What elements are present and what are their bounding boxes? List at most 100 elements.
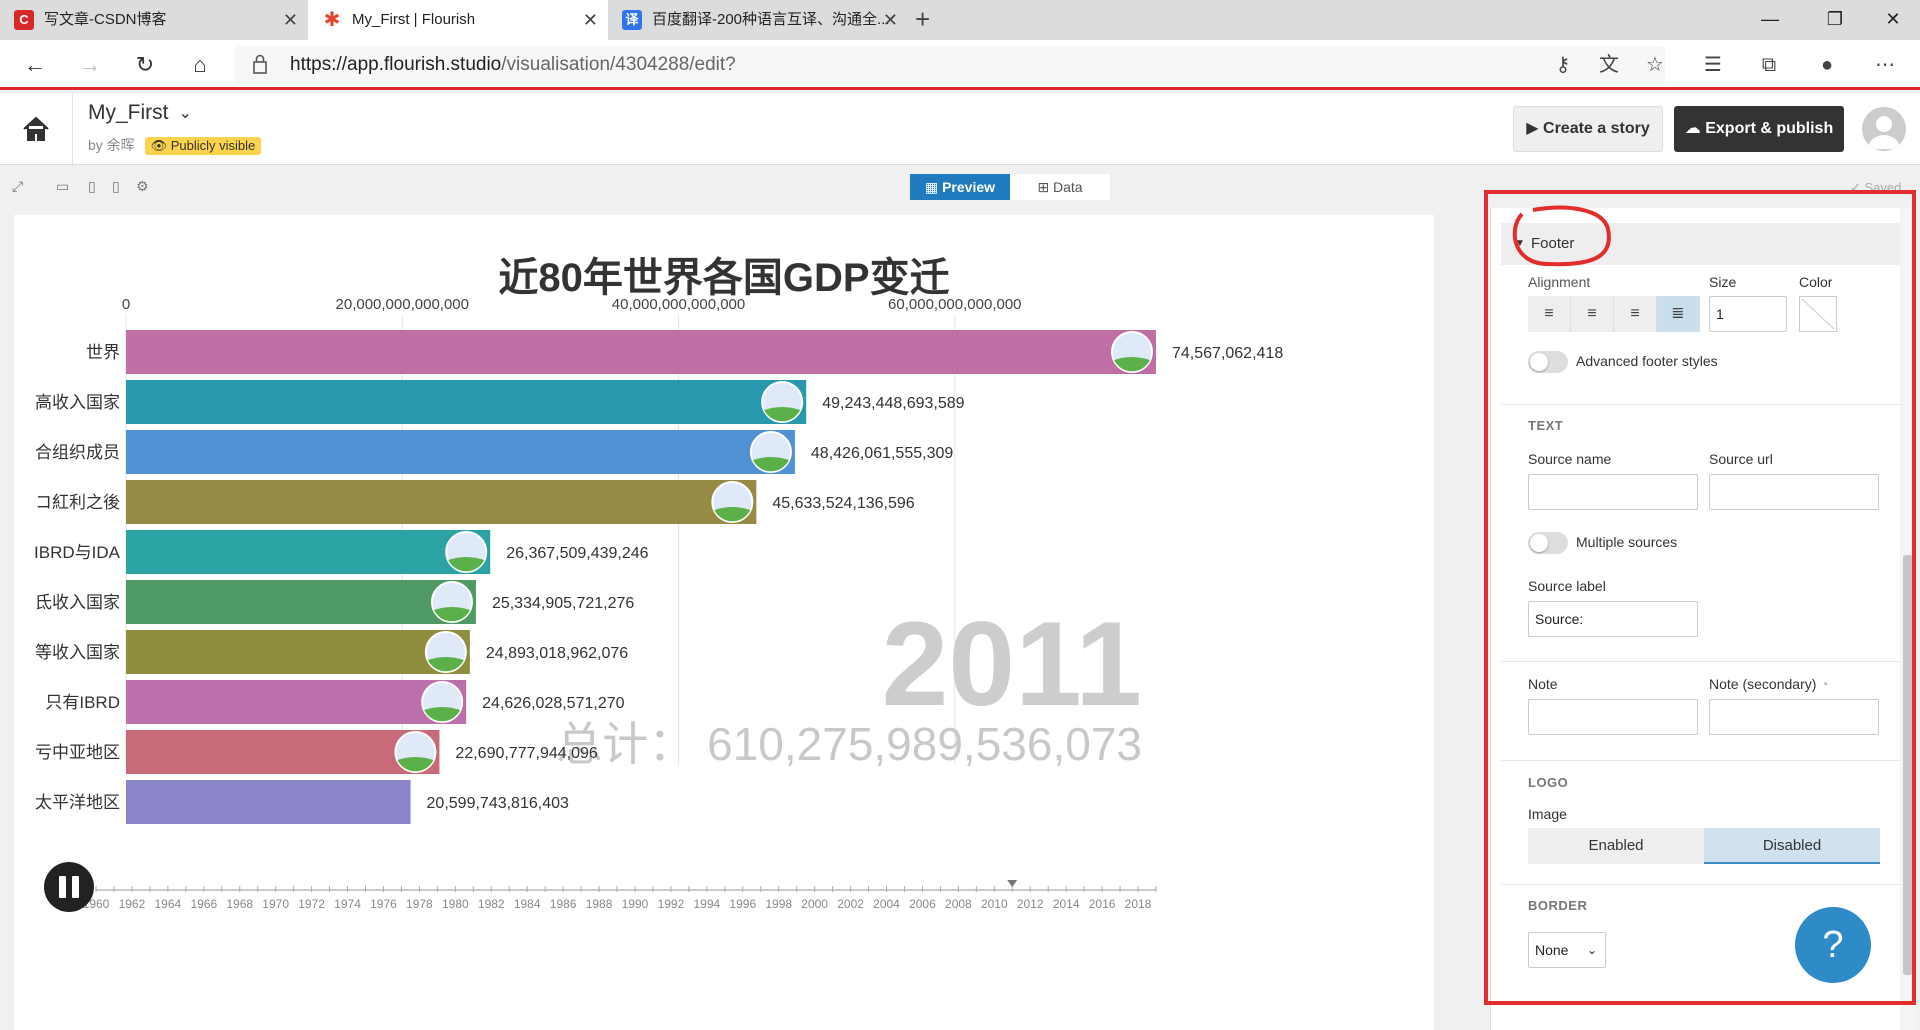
border-section-label: BORDER — [1528, 898, 1588, 913]
close-tab-icon[interactable]: ✕ — [583, 0, 598, 40]
value-label: 48,426,061,555,309 — [811, 445, 953, 462]
border-select[interactable]: None ⌄ — [1528, 932, 1606, 968]
pause-button[interactable] — [44, 862, 94, 912]
collections-icon[interactable]: ⧉ — [1752, 48, 1786, 82]
visibility-badge[interactable]: 👁 Publicly visible — [144, 137, 262, 155]
align-center-icon[interactable]: ≡ — [1571, 296, 1614, 332]
timeline-year-label: 1964 — [155, 897, 182, 911]
value-label: 26,367,509,439,246 — [506, 545, 648, 562]
align-justify-icon[interactable]: ≣ — [1657, 296, 1700, 332]
value-label: 24,893,018,962,076 — [486, 645, 628, 662]
profile-icon[interactable]: ● — [1810, 48, 1844, 82]
note-secondary-input[interactable] — [1709, 699, 1879, 735]
tab-data[interactable]: ⊞ Data — [1010, 174, 1110, 200]
bar — [126, 380, 807, 424]
total-label: 总计： 610,275,989,536,073 — [556, 718, 1142, 770]
timeline-year-label: 1992 — [658, 897, 685, 911]
align-left-icon[interactable]: ≡ — [1528, 296, 1571, 332]
color-swatch[interactable] — [1799, 296, 1837, 332]
logo-section-label: LOGO — [1528, 775, 1569, 790]
source-url-input[interactable] — [1709, 474, 1879, 510]
fullscreen-icon[interactable]: ⤢ — [12, 178, 23, 195]
more-menu-icon[interactable]: ⋯ — [1868, 48, 1902, 82]
source-name-input[interactable] — [1528, 474, 1698, 510]
tablet-view-icon[interactable]: ▯ — [88, 178, 96, 195]
timeline-year-label: 1968 — [226, 897, 253, 911]
minimize-icon[interactable]: — — [1745, 0, 1795, 40]
timeline-year-label: 1984 — [514, 897, 541, 911]
forward-icon[interactable]: → — [72, 48, 108, 82]
chevron-down-icon[interactable]: ⌄ — [179, 103, 192, 123]
image-disabled-button[interactable]: Disabled — [1704, 828, 1880, 864]
settings-panel: ▼ Footer Alignment Size Color ≡ ≡ ≡ ≣ 1 A… — [1490, 208, 1910, 1030]
close-window-icon[interactable]: ✕ — [1868, 0, 1918, 40]
favorite-star-icon[interactable]: ☆ — [1638, 48, 1672, 82]
desktop-view-icon[interactable]: ▭ — [56, 178, 69, 195]
advanced-footer-label: Advanced footer styles — [1576, 353, 1718, 369]
help-circle-icon[interactable]: ◔ — [1820, 676, 1828, 692]
translate-icon[interactable]: 文 — [1592, 48, 1626, 82]
category-label: 太平洋地区 — [35, 793, 120, 812]
home-browser-icon[interactable]: ⌂ — [182, 48, 218, 82]
byline: by 余晖 👁 Publicly visible — [88, 135, 262, 155]
timeline-year-label: 2004 — [873, 897, 900, 911]
bar — [126, 430, 795, 474]
multiple-sources-label: Multiple sources — [1576, 534, 1678, 550]
section-divider — [1501, 884, 1901, 885]
category-label: 合组织成员 — [35, 443, 120, 462]
restore-icon[interactable]: ❐ — [1810, 0, 1860, 40]
new-tab-icon[interactable]: + — [915, 0, 930, 38]
create-story-button[interactable]: ▶ Create a story — [1513, 106, 1663, 152]
mobile-view-icon[interactable]: ▯ — [112, 178, 120, 195]
browser-tab-csdn[interactable]: C 写文章-CSDN博客 ✕ — [0, 0, 308, 40]
note-secondary-text: Note (secondary) — [1709, 676, 1817, 692]
panel-scrollbar-thumb[interactable] — [1903, 555, 1913, 975]
size-label: Size — [1709, 274, 1737, 290]
view-switch: ▦ Preview ⊞ Data — [910, 174, 1110, 200]
timeline-year-label: 2000 — [801, 897, 828, 911]
browser-tab-baidu[interactable]: 译 百度翻译-200种语言互译、沟通全... ✕ — [608, 0, 908, 40]
export-publish-button[interactable]: ☁ Export & publish — [1674, 106, 1844, 152]
settings-gear-icon[interactable]: ⚙ — [136, 178, 149, 195]
timeline-year-label: 1996 — [729, 897, 756, 911]
csdn-favicon-icon: C — [14, 10, 34, 30]
favorites-list-icon[interactable]: ☰ — [1696, 48, 1730, 82]
source-label-input[interactable]: Source: — [1528, 601, 1698, 637]
size-input[interactable]: 1 — [1709, 296, 1787, 332]
image-enabled-button[interactable]: Enabled — [1528, 828, 1704, 864]
multiple-sources-toggle[interactable] — [1528, 532, 1568, 554]
timeline-year-label: 1990 — [622, 897, 649, 911]
help-button[interactable]: ? — [1795, 907, 1871, 983]
footer-section-header[interactable]: ▼ Footer — [1501, 223, 1901, 265]
preview-label: Preview — [942, 179, 996, 195]
timeline-marker-icon — [1007, 880, 1018, 887]
url-input[interactable]: https://app.flourish.studio/visualisatio… — [235, 46, 1665, 84]
key-icon[interactable]: ⚷ — [1546, 48, 1580, 82]
timeline-year-label: 2012 — [1017, 897, 1044, 911]
lock-icon — [253, 54, 267, 74]
note-input[interactable] — [1528, 699, 1698, 735]
timeline-year-label: 1982 — [478, 897, 505, 911]
advanced-footer-toggle[interactable] — [1528, 351, 1568, 373]
source-name-label: Source name — [1528, 451, 1612, 467]
project-title-text: My_First — [88, 101, 169, 124]
back-icon[interactable]: ← — [17, 48, 53, 82]
visibility-text: Publicly visible — [170, 138, 256, 153]
home-icon[interactable] — [18, 111, 54, 147]
project-title[interactable]: My_First ⌄ — [88, 101, 192, 125]
close-tab-icon[interactable]: ✕ — [283, 0, 298, 40]
url-text: https://app.flourish.studio/visualisatio… — [290, 54, 736, 75]
align-right-icon[interactable]: ≡ — [1614, 296, 1657, 332]
tab-preview[interactable]: ▦ Preview — [910, 174, 1010, 200]
close-tab-icon[interactable]: ✕ — [883, 0, 898, 40]
category-label: 世界 — [86, 343, 120, 362]
bar-chart-race: 0 20,000,000,000,000 40,000,000,000,000 60,… — [34, 296, 1283, 912]
timeline-year-label: 1986 — [550, 897, 577, 911]
refresh-icon[interactable]: ↻ — [127, 48, 163, 82]
avatar[interactable] — [1862, 107, 1906, 151]
chart-canvas: 近80年世界各国GDP变迁 0 20,000,000,000,000 40,000,… — [14, 215, 1434, 1030]
value-label: 45,633,524,136,596 — [772, 495, 914, 512]
note-label: Note — [1528, 676, 1558, 692]
browser-tab-flourish[interactable]: ✱ My_First | Flourish ✕ — [308, 0, 608, 40]
category-label: 亏中亚地区 — [35, 743, 120, 762]
